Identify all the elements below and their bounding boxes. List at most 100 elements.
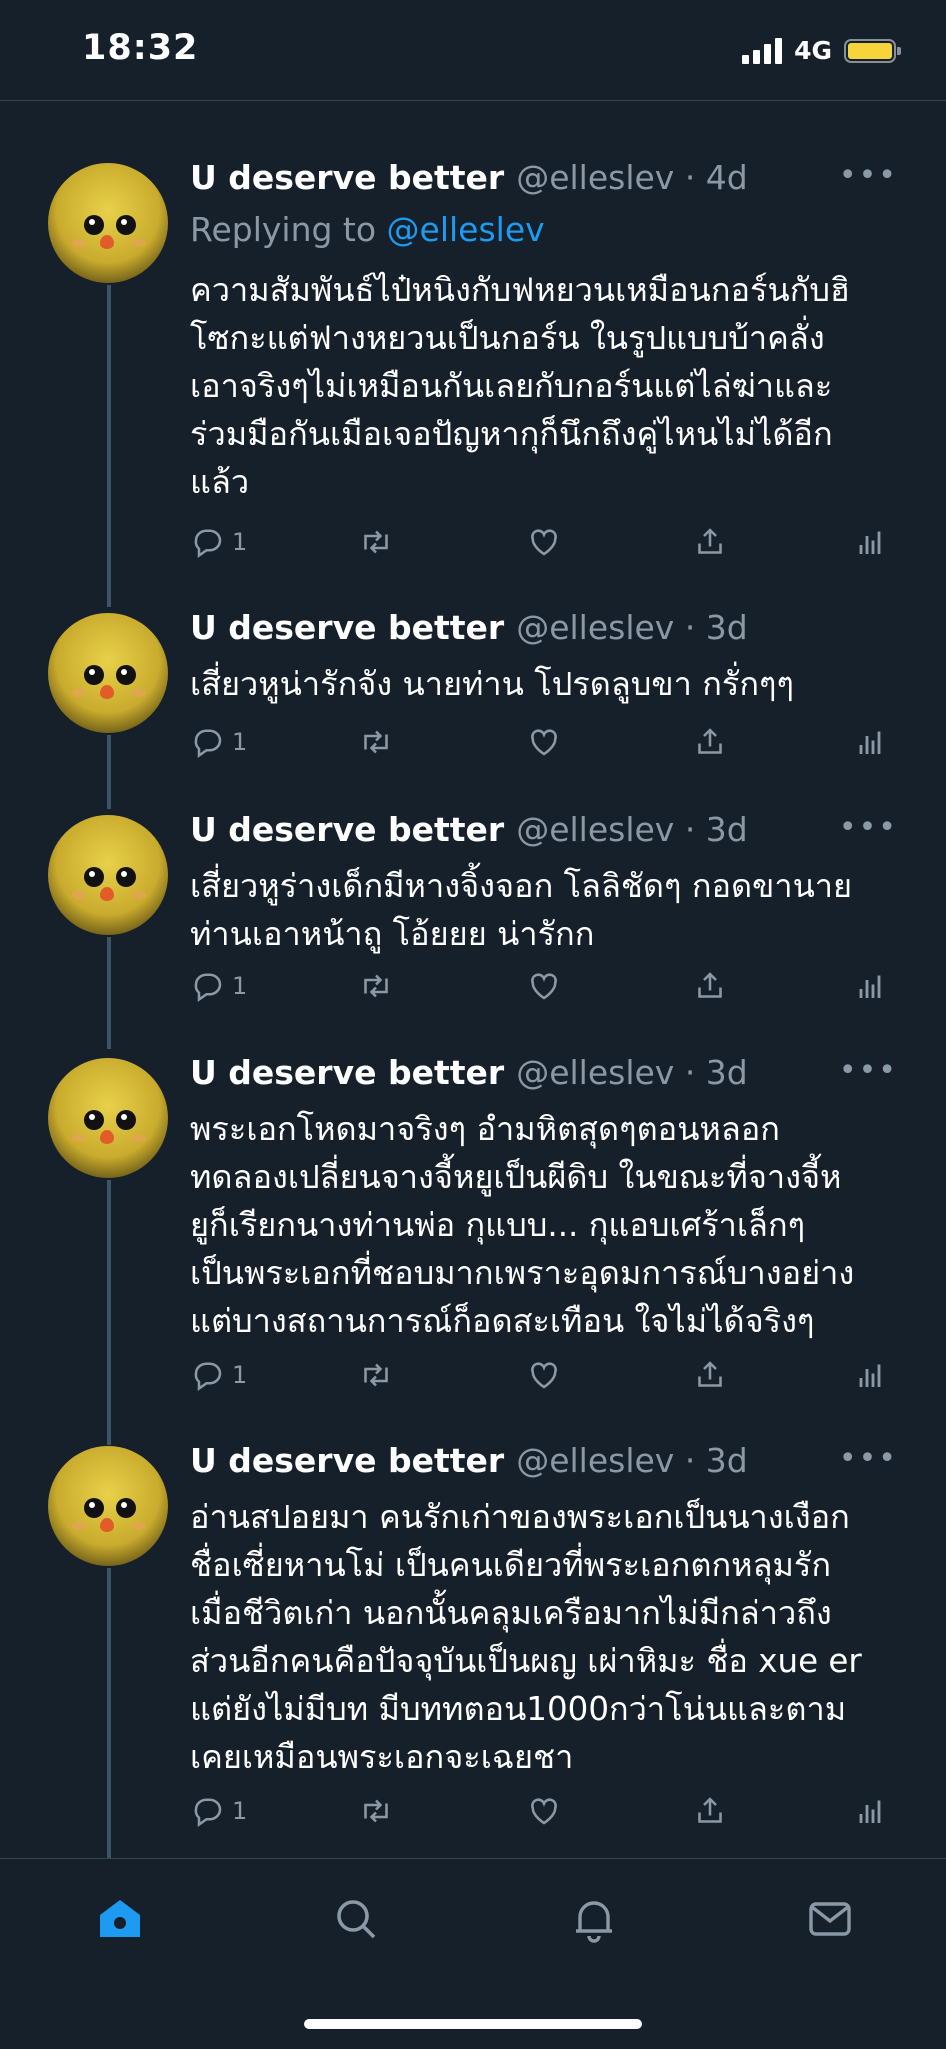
avatar[interactable] xyxy=(48,1446,168,1566)
analytics-icon xyxy=(859,1364,881,1387)
tab-home[interactable] xyxy=(90,1889,150,1949)
reply-count: 1 xyxy=(232,1797,248,1825)
thread-line xyxy=(107,937,111,1049)
display-name[interactable]: U deserve better xyxy=(190,1441,504,1480)
status-time: 18:32 xyxy=(82,28,199,68)
analytics-icon xyxy=(859,531,881,554)
status-indicators: 4G xyxy=(742,36,901,65)
heart-icon xyxy=(531,1362,557,1389)
heart-icon xyxy=(531,529,557,556)
tweet-text: ความสัมพันธ์ไป๋หนิงกับฟหยวนเหมือนกอร์นกั… xyxy=(190,271,850,501)
avatar[interactable] xyxy=(48,1058,168,1178)
reply-count: 1 xyxy=(232,528,248,556)
like-button[interactable] xyxy=(526,522,562,562)
reply-icon xyxy=(194,1362,222,1391)
analytics-button[interactable] xyxy=(852,1791,888,1831)
analytics-icon xyxy=(859,975,881,998)
reply-icon xyxy=(194,529,222,558)
handle: @elleslev · 3d xyxy=(516,810,748,849)
home-icon xyxy=(100,1900,140,1937)
share-button[interactable] xyxy=(692,1355,728,1395)
home-indicator[interactable] xyxy=(304,2019,642,2029)
tweet-header: U deserve better @elleslev · 3d xyxy=(190,1441,748,1480)
like-button[interactable] xyxy=(526,966,562,1006)
like-button[interactable] xyxy=(526,1355,562,1395)
retweet-button[interactable] xyxy=(358,966,394,1006)
tweet-actions: 1 xyxy=(190,1791,890,1831)
like-button[interactable] xyxy=(526,1791,562,1831)
retweet-icon xyxy=(364,1799,388,1823)
tweet-actions: 1 xyxy=(190,966,890,1006)
reply-button[interactable]: 1 xyxy=(190,1791,247,1831)
heart-icon xyxy=(531,1798,557,1825)
tweet-actions: 1 xyxy=(190,1355,890,1395)
display-name[interactable]: U deserve better xyxy=(190,158,504,197)
retweet-icon xyxy=(364,1363,388,1387)
retweet-button[interactable] xyxy=(358,1791,394,1831)
analytics-button[interactable] xyxy=(852,522,888,562)
display-name[interactable]: U deserve better xyxy=(190,608,504,647)
display-name[interactable]: U deserve better xyxy=(190,810,504,849)
tweet-header: U deserve better @elleslev · 4d xyxy=(190,158,748,197)
share-icon xyxy=(698,528,722,554)
handle: @elleslev · 3d xyxy=(516,1053,748,1092)
analytics-button[interactable] xyxy=(852,966,888,1006)
avatar[interactable] xyxy=(48,163,168,283)
share-button[interactable] xyxy=(692,1791,728,1831)
heart-icon xyxy=(531,729,557,756)
more-options-button[interactable]: ••• xyxy=(839,810,898,845)
replying-label: Replying to xyxy=(190,210,377,249)
share-button[interactable] xyxy=(692,966,728,1006)
tab-notifications[interactable] xyxy=(564,1889,624,1949)
analytics-button[interactable] xyxy=(852,722,888,762)
battery-level xyxy=(848,42,892,59)
tweet-header: U deserve better @elleslev · 3d xyxy=(190,608,748,647)
retweet-button[interactable] xyxy=(358,722,394,762)
retweet-icon xyxy=(364,974,388,998)
handle: @elleslev · 4d xyxy=(516,158,748,197)
replying-mention[interactable]: @elleslev xyxy=(387,210,545,249)
share-icon xyxy=(698,728,722,754)
handle: @elleslev · 3d xyxy=(516,608,748,647)
share-icon xyxy=(698,972,722,998)
tweet-text: เสี่ยวหูร่างเด็กมีหางจิ้งจอก โลลิชัดๆ กอ… xyxy=(190,867,853,953)
retweet-icon xyxy=(364,530,388,554)
reply-button[interactable]: 1 xyxy=(190,522,247,562)
more-options-button[interactable]: ••• xyxy=(839,158,898,193)
network-type: 4G xyxy=(794,36,832,65)
reply-icon xyxy=(194,1798,222,1827)
share-icon xyxy=(698,1361,722,1387)
display-name[interactable]: U deserve better xyxy=(190,1053,504,1092)
more-options-button[interactable]: ••• xyxy=(839,1053,898,1088)
messages-icon xyxy=(809,1902,851,1936)
search-icon xyxy=(337,1900,376,1939)
analytics-icon xyxy=(859,731,881,754)
more-options-button[interactable]: ••• xyxy=(839,1441,898,1476)
tab-search[interactable] xyxy=(326,1889,386,1949)
avatar[interactable] xyxy=(48,815,168,935)
reply-count: 1 xyxy=(232,728,248,756)
retweet-button[interactable] xyxy=(358,1355,394,1395)
analytics-button[interactable] xyxy=(852,1355,888,1395)
thread-line xyxy=(107,1180,111,1445)
tweet-header: U deserve better @elleslev · 3d xyxy=(190,1053,748,1092)
avatar[interactable] xyxy=(48,613,168,733)
reply-count: 1 xyxy=(232,972,248,1000)
thread-line xyxy=(107,1568,111,1858)
reply-button[interactable]: 1 xyxy=(190,722,247,762)
reply-count: 1 xyxy=(232,1361,248,1389)
share-button[interactable] xyxy=(692,722,728,762)
tweet-text: พระเอกโหดมาจริงๆ อำมหิตสุดๆตอนหลอก ทดลอง… xyxy=(190,1110,855,1340)
share-icon xyxy=(698,1797,722,1823)
like-button[interactable] xyxy=(526,722,562,762)
reply-icon xyxy=(194,729,222,758)
tweet-actions: 1 xyxy=(190,522,890,562)
retweet-button[interactable] xyxy=(358,522,394,562)
tab-messages[interactable] xyxy=(800,1889,860,1949)
reply-button[interactable]: 1 xyxy=(190,1355,247,1395)
signal-icon xyxy=(742,37,783,64)
tweet-header: U deserve better @elleslev · 3d xyxy=(190,810,748,849)
reply-button[interactable]: 1 xyxy=(190,966,247,1006)
bottom-tab-bar xyxy=(0,1858,946,2049)
share-button[interactable] xyxy=(692,522,728,562)
